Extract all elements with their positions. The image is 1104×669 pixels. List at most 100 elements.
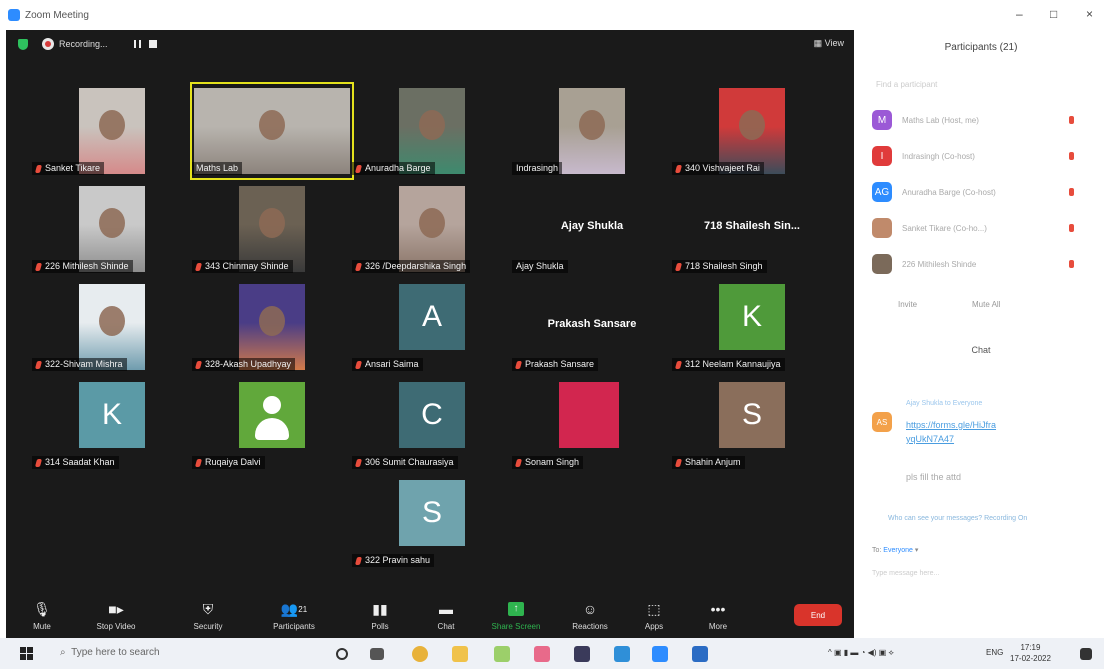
outlook-icon[interactable]: [692, 646, 708, 662]
stop-video-button[interactable]: ■▸ Stop Video: [86, 600, 146, 632]
maximize-button[interactable]: □: [1050, 7, 1057, 21]
participant-list-item[interactable]: 226 Mithilesh Shinde: [872, 252, 1092, 276]
video-tile[interactable]: Prakash Sansare Prakash Sansare: [512, 280, 672, 374]
avatar: S: [399, 480, 465, 546]
taskbar-clock[interactable]: 17:19 17-02-2022: [1010, 642, 1051, 664]
muted-mic-icon[interactable]: [1069, 152, 1074, 160]
avatar: S: [719, 382, 785, 448]
more-button[interactable]: ••• More: [688, 600, 748, 631]
video-tile[interactable]: Sanket Tikare: [32, 84, 192, 178]
task-view-icon[interactable]: [370, 648, 384, 660]
chat-recipient[interactable]: To: Everyone ▾: [872, 546, 918, 554]
muted-mic-icon: [34, 164, 43, 173]
stop-video-label: Stop Video: [96, 622, 136, 631]
participant-list-item[interactable]: AG Anuradha Barge (Co-host): [872, 180, 1092, 204]
app-icon-3[interactable]: [574, 646, 590, 662]
participant-name-tag: 312 Neelam Kannaujiya: [672, 358, 785, 371]
invite-button[interactable]: Invite: [898, 300, 917, 309]
participant-name-tag: 343 Chinmay Shinde: [192, 260, 293, 273]
polls-button[interactable]: ▮▮ Polls: [350, 600, 410, 632]
file-explorer-icon[interactable]: [452, 646, 468, 662]
chat-button[interactable]: ▬ Chat: [416, 600, 476, 631]
participant-name-tag: 306 Sumit Chaurasiya: [352, 456, 458, 469]
video-tile[interactable]: K 314 Saadat Khan: [32, 378, 192, 472]
participant-name-tag: Anuradha Barge: [352, 162, 435, 175]
participant-name-tag: 340 Vishvajeet Rai: [672, 162, 764, 175]
video-tile[interactable]: Ajay Shukla Ajay Shukla: [512, 182, 672, 276]
video-tile[interactable]: Sonam Singh: [512, 378, 672, 472]
video-tile[interactable]: 326 /Deepdarshika Singh: [352, 182, 512, 276]
reactions-button[interactable]: ☺ Reactions: [560, 600, 620, 631]
stop-recording-icon[interactable]: [148, 40, 157, 48]
participant-name: 306 Sumit Chaurasiya: [365, 457, 454, 467]
view-button[interactable]: ▦ View: [814, 38, 844, 49]
participant-list-item[interactable]: I Indrasingh (Co-host): [872, 144, 1092, 168]
participant-name-tag: Prakash Sansare: [512, 358, 599, 371]
system-tray-icons[interactable]: ^ ▣ ▮ ▬ ◔ ◀) ▣ ⟡: [828, 648, 894, 658]
security-button[interactable]: ⛨ Security: [178, 600, 238, 632]
reactions-label: Reactions: [572, 622, 608, 631]
participant-name-tag: 718 Shailesh Singh: [672, 260, 767, 273]
app-icon[interactable]: [494, 646, 510, 662]
minimize-button[interactable]: –: [1016, 7, 1023, 21]
muted-mic-icon[interactable]: [1069, 188, 1074, 196]
video-tile[interactable]: Anuradha Barge: [352, 84, 512, 178]
participant-search-input[interactable]: Find a participant: [876, 80, 937, 89]
pause-recording-icon[interactable]: [133, 40, 141, 48]
muted-mic-icon[interactable]: [1069, 260, 1074, 268]
video-tile[interactable]: 322-Shivam Mishra: [32, 280, 192, 374]
video-tile[interactable]: 328-Akash Upadhyay: [192, 280, 352, 374]
apps-label: Apps: [644, 622, 664, 631]
chat-sender-avatar: AS: [872, 412, 892, 432]
muted-mic-icon[interactable]: [1069, 116, 1074, 124]
more-dots-icon: •••: [710, 601, 726, 617]
zoom-taskbar-icon[interactable]: [652, 646, 668, 662]
mute-all-button[interactable]: Mute All: [972, 300, 1000, 309]
video-tile[interactable]: 718 Shailesh Sin... 718 Shailesh Singh: [672, 182, 832, 276]
video-tile[interactable]: S 322 Pravin sahu: [352, 476, 512, 570]
video-tile[interactable]: 340 Vishvajeet Rai: [672, 84, 832, 178]
windows-taskbar: ⌕ Type here to search ^ ▣ ▮ ▬ ◔ ◀) ▣ ⟡ E…: [0, 638, 1104, 669]
muted-mic-icon[interactable]: [1069, 224, 1074, 232]
participant-name: Ansari Saima: [365, 359, 419, 369]
apps-button[interactable]: ⬚ Apps: [624, 600, 684, 632]
end-meeting-button[interactable]: End: [794, 604, 842, 626]
participants-button[interactable]: 👥 21 Participants: [264, 600, 324, 632]
video-tile[interactable]: Maths Lab: [190, 82, 354, 180]
chat-message-link[interactable]: https://forms.gle/HiJfra yqUkN7A47: [906, 418, 1046, 446]
video-tile[interactable]: 343 Chinmay Shinde: [192, 182, 352, 276]
participant-list-item[interactable]: M Maths Lab (Host, me): [872, 108, 1092, 132]
participant-name: Ruqaiya Dalvi: [205, 457, 261, 467]
person-silhouette: [419, 208, 445, 238]
video-tile[interactable]: K 312 Neelam Kannaujiya: [672, 280, 832, 374]
participant-name: 718 Shailesh Singh: [685, 261, 763, 271]
person-silhouette: [579, 110, 605, 140]
video-tile[interactable]: 226 Mithilesh Shinde: [32, 182, 192, 276]
security-shield-icon[interactable]: [18, 38, 28, 50]
chat-message-input[interactable]: Type message here...: [872, 570, 939, 577]
windows-start-icon[interactable]: [20, 647, 33, 660]
video-tile[interactable]: S Shahin Anjum: [672, 378, 832, 472]
close-window-button[interactable]: ×: [1086, 7, 1093, 21]
video-tile[interactable]: C 306 Sumit Chaurasiya: [352, 378, 512, 472]
app-icon-2[interactable]: [534, 646, 550, 662]
cortana-icon[interactable]: [336, 648, 348, 660]
chat-label: Chat: [437, 622, 455, 631]
notifications-icon[interactable]: [1080, 648, 1092, 660]
participant-name-tag: Sanket Tikare: [32, 162, 105, 175]
person-silhouette: [259, 110, 285, 140]
chat-visibility-note[interactable]: Who can see your messages? Recording On: [888, 515, 1027, 522]
mute-button[interactable]: 🎙 Mute: [12, 600, 72, 632]
video-tile[interactable]: Indrasingh: [512, 84, 672, 178]
muted-mic-icon: [194, 262, 203, 271]
participant-list-name: Sanket Tikare (Co-ho...): [902, 223, 987, 233]
share-screen-button[interactable]: ↑ Share Screen: [486, 600, 546, 631]
language-indicator[interactable]: ENG: [986, 648, 1003, 657]
app-icon-4[interactable]: [614, 646, 630, 662]
participant-list-name: 226 Mithilesh Shinde: [902, 259, 977, 269]
video-tile[interactable]: A Ansari Saima: [352, 280, 512, 374]
chrome-icon[interactable]: [412, 646, 428, 662]
participant-list-item[interactable]: Sanket Tikare (Co-ho...): [872, 216, 1092, 240]
taskbar-search-input[interactable]: ⌕ Type here to search: [60, 647, 160, 658]
video-tile[interactable]: Ruqaiya Dalvi: [192, 378, 352, 472]
